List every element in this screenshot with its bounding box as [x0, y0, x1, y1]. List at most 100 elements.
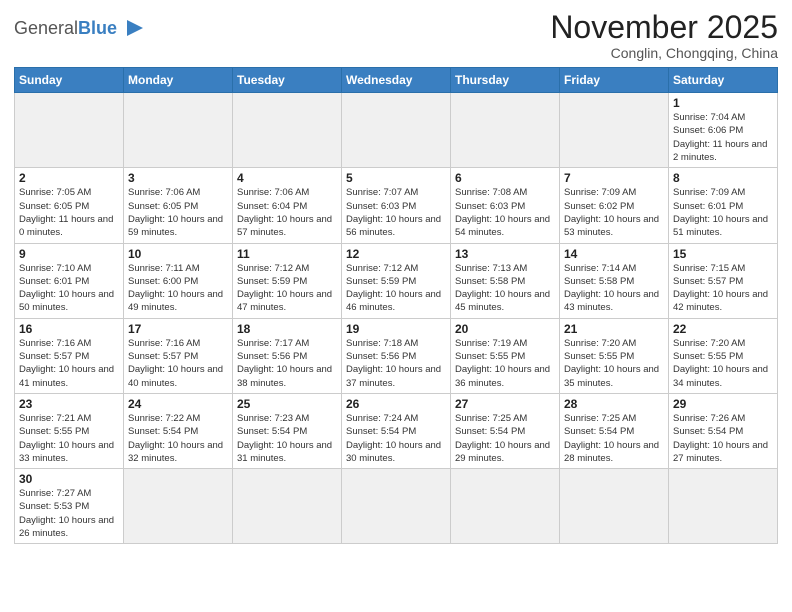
- calendar-cell: 16Sunrise: 7:16 AM Sunset: 5:57 PM Dayli…: [15, 318, 124, 393]
- calendar-cell: [124, 93, 233, 168]
- location: Conglin, Chongqing, China: [550, 45, 778, 61]
- page: GeneralBlue November 2025 Conglin, Chong…: [0, 0, 792, 612]
- calendar-cell: 4Sunrise: 7:06 AM Sunset: 6:04 PM Daylig…: [233, 168, 342, 243]
- calendar-cell: 28Sunrise: 7:25 AM Sunset: 5:54 PM Dayli…: [560, 393, 669, 468]
- day-info: Sunrise: 7:27 AM Sunset: 5:53 PM Dayligh…: [19, 487, 119, 540]
- day-number: 29: [673, 397, 773, 411]
- logo-icon: [119, 12, 151, 44]
- day-info: Sunrise: 7:12 AM Sunset: 5:59 PM Dayligh…: [237, 262, 337, 315]
- day-number: 25: [237, 397, 337, 411]
- day-number: 10: [128, 247, 228, 261]
- day-info: Sunrise: 7:09 AM Sunset: 6:01 PM Dayligh…: [673, 186, 773, 239]
- calendar-col-header: Tuesday: [233, 68, 342, 93]
- day-info: Sunrise: 7:20 AM Sunset: 5:55 PM Dayligh…: [564, 337, 664, 390]
- day-info: Sunrise: 7:23 AM Sunset: 5:54 PM Dayligh…: [237, 412, 337, 465]
- day-number: 18: [237, 322, 337, 336]
- calendar-cell: 2Sunrise: 7:05 AM Sunset: 6:05 PM Daylig…: [15, 168, 124, 243]
- calendar-cell: 26Sunrise: 7:24 AM Sunset: 5:54 PM Dayli…: [342, 393, 451, 468]
- day-number: 15: [673, 247, 773, 261]
- calendar-table: SundayMondayTuesdayWednesdayThursdayFrid…: [14, 67, 778, 544]
- calendar-cell: 18Sunrise: 7:17 AM Sunset: 5:56 PM Dayli…: [233, 318, 342, 393]
- day-info: Sunrise: 7:07 AM Sunset: 6:03 PM Dayligh…: [346, 186, 446, 239]
- day-info: Sunrise: 7:13 AM Sunset: 5:58 PM Dayligh…: [455, 262, 555, 315]
- calendar-cell: 3Sunrise: 7:06 AM Sunset: 6:05 PM Daylig…: [124, 168, 233, 243]
- calendar-cell: 6Sunrise: 7:08 AM Sunset: 6:03 PM Daylig…: [451, 168, 560, 243]
- day-info: Sunrise: 7:11 AM Sunset: 6:00 PM Dayligh…: [128, 262, 228, 315]
- calendar-week-row: 16Sunrise: 7:16 AM Sunset: 5:57 PM Dayli…: [15, 318, 778, 393]
- calendar-cell: 15Sunrise: 7:15 AM Sunset: 5:57 PM Dayli…: [669, 243, 778, 318]
- calendar-week-row: 2Sunrise: 7:05 AM Sunset: 6:05 PM Daylig…: [15, 168, 778, 243]
- calendar-cell: 7Sunrise: 7:09 AM Sunset: 6:02 PM Daylig…: [560, 168, 669, 243]
- day-info: Sunrise: 7:19 AM Sunset: 5:55 PM Dayligh…: [455, 337, 555, 390]
- day-number: 16: [19, 322, 119, 336]
- calendar-cell: 14Sunrise: 7:14 AM Sunset: 5:58 PM Dayli…: [560, 243, 669, 318]
- calendar-cell: [124, 469, 233, 544]
- calendar-cell: 5Sunrise: 7:07 AM Sunset: 6:03 PM Daylig…: [342, 168, 451, 243]
- calendar-cell: 9Sunrise: 7:10 AM Sunset: 6:01 PM Daylig…: [15, 243, 124, 318]
- calendar-cell: 27Sunrise: 7:25 AM Sunset: 5:54 PM Dayli…: [451, 393, 560, 468]
- day-info: Sunrise: 7:25 AM Sunset: 5:54 PM Dayligh…: [564, 412, 664, 465]
- calendar-cell: 30Sunrise: 7:27 AM Sunset: 5:53 PM Dayli…: [15, 469, 124, 544]
- day-number: 8: [673, 171, 773, 185]
- calendar-cell: 21Sunrise: 7:20 AM Sunset: 5:55 PM Dayli…: [560, 318, 669, 393]
- calendar-cell: 17Sunrise: 7:16 AM Sunset: 5:57 PM Dayli…: [124, 318, 233, 393]
- day-number: 30: [19, 472, 119, 486]
- day-number: 14: [564, 247, 664, 261]
- day-number: 21: [564, 322, 664, 336]
- calendar-cell: 19Sunrise: 7:18 AM Sunset: 5:56 PM Dayli…: [342, 318, 451, 393]
- day-number: 24: [128, 397, 228, 411]
- header: GeneralBlue November 2025 Conglin, Chong…: [14, 10, 778, 61]
- calendar-col-header: Thursday: [451, 68, 560, 93]
- day-number: 23: [19, 397, 119, 411]
- calendar-week-row: 30Sunrise: 7:27 AM Sunset: 5:53 PM Dayli…: [15, 469, 778, 544]
- day-number: 17: [128, 322, 228, 336]
- day-number: 28: [564, 397, 664, 411]
- calendar-col-header: Wednesday: [342, 68, 451, 93]
- calendar-cell: 1Sunrise: 7:04 AM Sunset: 6:06 PM Daylig…: [669, 93, 778, 168]
- calendar-cell: [15, 93, 124, 168]
- calendar-col-header: Sunday: [15, 68, 124, 93]
- calendar-cell: 24Sunrise: 7:22 AM Sunset: 5:54 PM Dayli…: [124, 393, 233, 468]
- day-number: 13: [455, 247, 555, 261]
- day-info: Sunrise: 7:17 AM Sunset: 5:56 PM Dayligh…: [237, 337, 337, 390]
- day-info: Sunrise: 7:06 AM Sunset: 6:05 PM Dayligh…: [128, 186, 228, 239]
- day-number: 12: [346, 247, 446, 261]
- day-info: Sunrise: 7:05 AM Sunset: 6:05 PM Dayligh…: [19, 186, 119, 239]
- day-info: Sunrise: 7:22 AM Sunset: 5:54 PM Dayligh…: [128, 412, 228, 465]
- calendar-week-row: 9Sunrise: 7:10 AM Sunset: 6:01 PM Daylig…: [15, 243, 778, 318]
- day-info: Sunrise: 7:10 AM Sunset: 6:01 PM Dayligh…: [19, 262, 119, 315]
- day-number: 26: [346, 397, 446, 411]
- calendar-cell: [233, 469, 342, 544]
- day-number: 1: [673, 96, 773, 110]
- calendar-cell: 25Sunrise: 7:23 AM Sunset: 5:54 PM Dayli…: [233, 393, 342, 468]
- day-number: 6: [455, 171, 555, 185]
- day-info: Sunrise: 7:18 AM Sunset: 5:56 PM Dayligh…: [346, 337, 446, 390]
- day-info: Sunrise: 7:12 AM Sunset: 5:59 PM Dayligh…: [346, 262, 446, 315]
- day-info: Sunrise: 7:15 AM Sunset: 5:57 PM Dayligh…: [673, 262, 773, 315]
- day-info: Sunrise: 7:16 AM Sunset: 5:57 PM Dayligh…: [19, 337, 119, 390]
- day-number: 20: [455, 322, 555, 336]
- day-number: 4: [237, 171, 337, 185]
- day-number: 22: [673, 322, 773, 336]
- day-number: 9: [19, 247, 119, 261]
- calendar-cell: [451, 93, 560, 168]
- day-number: 3: [128, 171, 228, 185]
- calendar-week-row: 1Sunrise: 7:04 AM Sunset: 6:06 PM Daylig…: [15, 93, 778, 168]
- logo-general: General: [14, 18, 78, 38]
- calendar-cell: 22Sunrise: 7:20 AM Sunset: 5:55 PM Dayli…: [669, 318, 778, 393]
- day-info: Sunrise: 7:08 AM Sunset: 6:03 PM Dayligh…: [455, 186, 555, 239]
- calendar-cell: [451, 469, 560, 544]
- month-title: November 2025: [550, 10, 778, 45]
- calendar-col-header: Saturday: [669, 68, 778, 93]
- day-info: Sunrise: 7:20 AM Sunset: 5:55 PM Dayligh…: [673, 337, 773, 390]
- day-number: 7: [564, 171, 664, 185]
- day-info: Sunrise: 7:16 AM Sunset: 5:57 PM Dayligh…: [128, 337, 228, 390]
- calendar-cell: 10Sunrise: 7:11 AM Sunset: 6:00 PM Dayli…: [124, 243, 233, 318]
- day-info: Sunrise: 7:24 AM Sunset: 5:54 PM Dayligh…: [346, 412, 446, 465]
- day-info: Sunrise: 7:26 AM Sunset: 5:54 PM Dayligh…: [673, 412, 773, 465]
- calendar-cell: 29Sunrise: 7:26 AM Sunset: 5:54 PM Dayli…: [669, 393, 778, 468]
- logo-blue: Blue: [78, 18, 117, 38]
- day-info: Sunrise: 7:21 AM Sunset: 5:55 PM Dayligh…: [19, 412, 119, 465]
- day-number: 19: [346, 322, 446, 336]
- calendar-cell: [342, 469, 451, 544]
